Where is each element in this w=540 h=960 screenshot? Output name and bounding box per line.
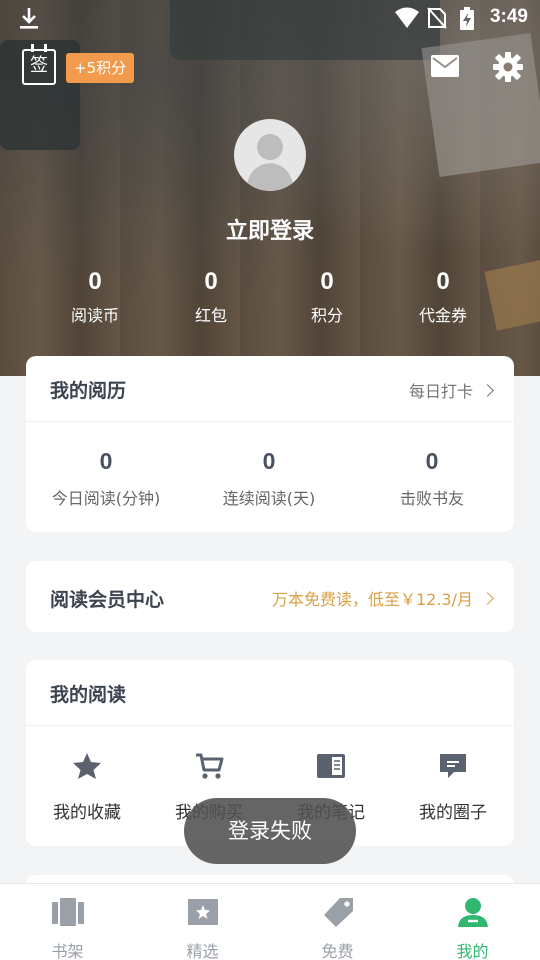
login-button[interactable]: 立即登录 [0,213,540,245]
history-label: 连续阅读(天) [222,489,316,508]
nav-label: 精选 [186,942,219,960]
login-failed-toast: 登录失败 [184,798,356,864]
tag-icon [323,898,353,927]
nav-bookshelf[interactable]: 书架 [0,896,135,960]
nav-label: 我的 [456,942,489,960]
card-header: 我的阅历 每日打卡 [26,356,514,422]
nav-mine[interactable]: 我的 [405,896,540,960]
history-today-minutes: 0 今日阅读(分钟) [26,448,186,509]
daily-checkin-link[interactable]: 每日打卡 [408,378,494,402]
cart-icon [196,753,224,779]
daily-sign-in-icon[interactable]: 签 [22,44,56,85]
wifi-icon [395,7,419,28]
download-icon [20,8,38,29]
bottom-nav: 书架 精选 免费 我的 [0,883,540,960]
item-label: 我的收藏 [53,803,121,823]
card-header: 我的阅读 [26,660,514,726]
nav-featured[interactable]: 精选 [135,896,270,960]
default-avatar-icon [246,134,294,191]
item-label: 我的圈子 [419,803,487,823]
nav-label: 书架 [51,942,84,960]
my-favorites-button[interactable]: 我的收藏 [26,752,148,823]
stat-label: 积分 [310,306,343,325]
status-time: 3:49 [489,6,528,27]
status-bar: 3:49 [0,0,540,36]
battery-charging-icon [460,7,474,30]
stat-label: 代金券 [418,306,467,325]
chat-bubble-icon [440,754,466,778]
vip-promo-link[interactable]: 万本免费读，低至￥12.3/月 [271,586,494,610]
daily-checkin-label: 每日打卡 [408,382,473,401]
history-streak-days: 0 连续阅读(天) [189,448,349,509]
no-sim-icon [427,7,447,29]
points-badge[interactable]: +5积分 [66,53,135,83]
stat-value: 0 [320,268,334,295]
history-value: 0 [262,448,276,474]
nav-label: 免费 [321,942,354,960]
stat-red-packets[interactable]: 0 红包 [153,268,269,326]
notebook-icon [317,754,345,778]
stat-label: 阅读币 [70,306,119,325]
nav-free[interactable]: 免费 [270,896,405,960]
user-icon [457,898,488,927]
vip-title: 阅读会员中心 [50,589,165,611]
history-value: 0 [425,448,439,474]
stat-value: 0 [204,268,218,295]
stat-value: 0 [88,268,102,295]
chevron-right-icon [481,592,494,605]
my-circles-button[interactable]: 我的圈子 [392,752,514,823]
stat-value: 0 [436,268,450,295]
avatar[interactable] [234,119,306,191]
featured-book-icon [187,899,218,925]
vip-promo-text: 万本免费读，低至￥12.3/月 [271,590,473,609]
card-title: 我的阅读 [50,684,127,706]
stat-vouchers[interactable]: 0 代金券 [385,268,501,326]
history-beat-readers: 0 击败书友 [352,448,512,509]
history-value: 0 [99,448,113,474]
reading-history-card: 我的阅历 每日打卡 0 今日阅读(分钟) 0 连续阅读(天) 0 击败书友 [26,356,514,532]
bookshelf-icon [51,898,84,926]
history-stats: 0 今日阅读(分钟) 0 连续阅读(天) 0 击败书友 [26,422,514,532]
history-label: 今日阅读(分钟) [51,489,161,508]
chevron-right-icon [481,384,494,397]
stat-label: 红包 [194,306,227,325]
mail-icon[interactable] [431,55,459,77]
stat-points[interactable]: 0 积分 [269,268,385,326]
star-icon [73,753,101,779]
history-label: 击败书友 [399,489,464,508]
vip-center-card[interactable]: 阅读会员中心 万本免费读，低至￥12.3/月 [26,561,514,632]
gear-icon[interactable] [493,52,523,82]
card-title: 我的阅历 [50,380,127,402]
stat-reading-coins[interactable]: 0 阅读币 [37,268,153,326]
